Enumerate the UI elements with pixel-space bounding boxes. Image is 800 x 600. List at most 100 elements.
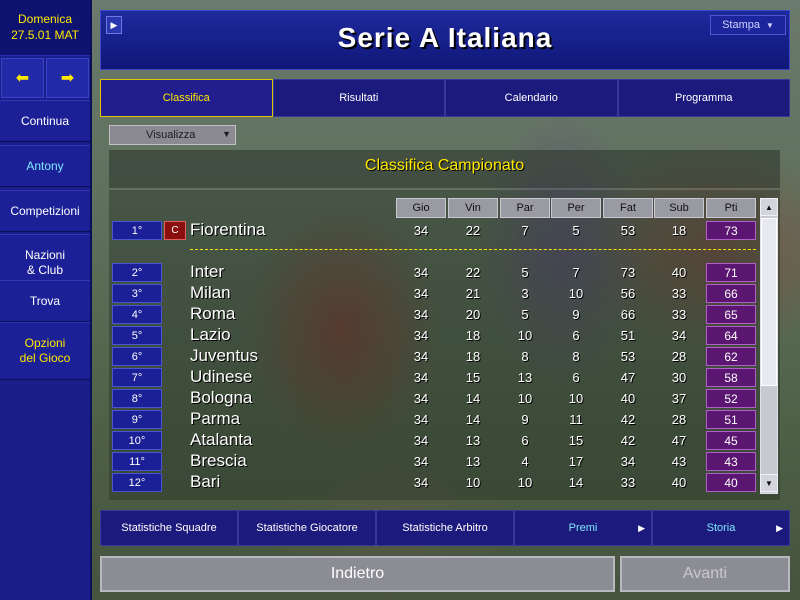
column-header-par[interactable]: Par <box>500 198 550 218</box>
stat-cell-vin: 18 <box>465 349 481 364</box>
stat-cell-gio: 34 <box>413 328 429 343</box>
champion-badge: C <box>164 221 186 240</box>
stat-cell-par: 13 <box>517 370 533 385</box>
column-header-sub[interactable]: Sub <box>654 198 704 218</box>
team-name[interactable]: Lazio <box>190 325 231 345</box>
position-cell: 9° <box>112 410 162 429</box>
team-stats-button[interactable]: Statistiche Squadre <box>100 510 238 546</box>
team-name[interactable]: Brescia <box>190 451 247 471</box>
stat-cell-par: 10 <box>517 391 533 406</box>
stat-cell-per: 6 <box>572 328 580 343</box>
sidebar-item-label: Continua <box>20 113 70 128</box>
stat-cell-sub: 43 <box>671 454 687 469</box>
team-name[interactable]: Roma <box>190 304 235 324</box>
tab-calendario[interactable]: Calendario <box>445 79 618 117</box>
history-button[interactable]: Storia ▶ <box>652 510 790 546</box>
tab-risultati[interactable]: Risultati <box>272 79 445 117</box>
position-cell: 11° <box>112 452 162 471</box>
button-label: Statistiche Arbitro <box>402 522 488 534</box>
stat-cell-par: 4 <box>521 454 529 469</box>
date-navigation: ⬅ ➡ <box>0 57 90 99</box>
sidebar-item-label: & Club <box>26 263 64 277</box>
table-row[interactable]: 8° Bologna 34 14 10 10 40 37 52 <box>112 388 756 409</box>
stat-cell-per: 9 <box>572 307 580 322</box>
stat-cell-gio: 34 <box>413 454 429 469</box>
chevron-right-icon: ▶ <box>776 522 783 533</box>
stat-cell-per: 15 <box>568 433 584 448</box>
stat-cell-fat: 34 <box>620 454 636 469</box>
sidebar-item-label: Antony <box>26 158 64 173</box>
sidebar-item-competizioni[interactable]: Competizioni <box>0 190 90 232</box>
back-button[interactable]: Indietro <box>100 556 615 592</box>
awards-button[interactable]: Premi ▶ <box>514 510 652 546</box>
table-row[interactable]: 3° Milan 34 21 3 10 56 33 66 <box>112 283 756 304</box>
next-button[interactable]: Avanti <box>620 556 790 592</box>
referee-stats-button[interactable]: Statistiche Arbitro <box>376 510 514 546</box>
column-header-pti[interactable]: Pti <box>706 198 756 218</box>
table-row[interactable]: 10° Atalanta 34 13 6 15 42 47 45 <box>112 430 756 451</box>
table-row[interactable]: 4° Roma 34 20 5 9 66 33 65 <box>112 304 756 325</box>
points-cell: 51 <box>706 410 756 429</box>
team-name[interactable]: Bologna <box>190 388 252 408</box>
button-label: Statistiche Giocatore <box>256 522 358 534</box>
column-header-gio[interactable]: Gio <box>396 198 446 218</box>
print-dropdown[interactable]: Stampa ▼ <box>710 15 786 35</box>
stat-cell-sub: 47 <box>671 433 687 448</box>
table-row[interactable]: 1° C Fiorentina 34 22 7 5 53 18 73 <box>112 220 756 241</box>
stat-cell-per: 14 <box>568 475 584 490</box>
position-cell: 12° <box>112 473 162 492</box>
team-name[interactable]: Fiorentina <box>190 220 266 240</box>
tab-classifica[interactable]: Classifica <box>100 79 273 117</box>
points-cell: 66 <box>706 284 756 303</box>
team-name[interactable]: Milan <box>190 283 231 303</box>
table-row[interactable]: 2° Inter 34 22 5 7 73 40 71 <box>112 262 756 283</box>
position-cell: 4° <box>112 305 162 324</box>
sidebar-item-opzioni[interactable]: Opzioni del Gioco <box>0 322 90 380</box>
team-name[interactable]: Inter <box>190 262 224 282</box>
view-dropdown[interactable]: Visualizza ▼ <box>109 125 236 145</box>
team-name[interactable]: Parma <box>190 409 240 429</box>
table-row[interactable]: 6° Juventus 34 18 8 8 53 28 62 <box>112 346 756 367</box>
column-header-fat[interactable]: Fat <box>603 198 653 218</box>
sidebar-item-manager[interactable]: Antony <box>0 145 90 187</box>
sidebar-item-continua[interactable]: Continua <box>0 100 90 142</box>
stat-cell-fat: 53 <box>620 349 636 364</box>
column-header-vin[interactable]: Vin <box>448 198 498 218</box>
stat-cell-gio: 34 <box>413 307 429 322</box>
points-cell: 52 <box>706 389 756 408</box>
stat-cell-sub: 30 <box>671 370 687 385</box>
table-row[interactable]: 12° Bari 34 10 10 14 33 40 40 <box>112 472 756 493</box>
stat-cell-fat: 66 <box>620 307 636 322</box>
table-row[interactable]: 5° Lazio 34 18 10 6 51 34 64 <box>112 325 756 346</box>
column-header-per[interactable]: Per <box>551 198 601 218</box>
table-row[interactable]: 7° Udinese 34 15 13 6 47 30 58 <box>112 367 756 388</box>
team-name[interactable]: Bari <box>190 472 220 492</box>
stat-cell-sub: 33 <box>671 286 687 301</box>
sidebar-item-trova[interactable]: Trova <box>0 280 90 322</box>
stat-cell-per: 10 <box>568 286 584 301</box>
stat-cell-sub: 34 <box>671 328 687 343</box>
stat-cell-gio: 34 <box>413 475 429 490</box>
sidebar-item-label: Competizioni <box>10 203 80 218</box>
team-name[interactable]: Udinese <box>190 367 252 387</box>
scroll-up-icon[interactable]: ▲ <box>760 198 778 216</box>
scroll-down-icon[interactable]: ▼ <box>760 474 778 492</box>
arrow-right-icon[interactable]: ➡ <box>46 58 89 98</box>
team-name[interactable]: Atalanta <box>190 430 252 450</box>
team-name[interactable]: Juventus <box>190 346 258 366</box>
points-cell: 45 <box>706 431 756 450</box>
table-row[interactable]: 9° Parma 34 14 9 11 42 28 51 <box>112 409 756 430</box>
sidebar-item-label: Nazioni <box>24 248 66 262</box>
table-row[interactable]: 11° Brescia 34 13 4 17 34 43 43 <box>112 451 756 472</box>
position-cell: 5° <box>112 326 162 345</box>
stat-cell-par: 5 <box>521 265 529 280</box>
arrow-left-icon[interactable]: ⬅ <box>1 58 44 98</box>
stat-cell-par: 9 <box>521 412 529 427</box>
print-label: Stampa <box>722 19 760 31</box>
tab-programma[interactable]: Programma <box>617 79 790 117</box>
stat-cell-vin: 22 <box>465 265 481 280</box>
stat-cell-gio: 34 <box>413 223 429 238</box>
player-stats-button[interactable]: Statistiche Giocatore <box>238 510 376 546</box>
scroll-thumb[interactable] <box>761 218 777 386</box>
stat-cell-fat: 73 <box>620 265 636 280</box>
